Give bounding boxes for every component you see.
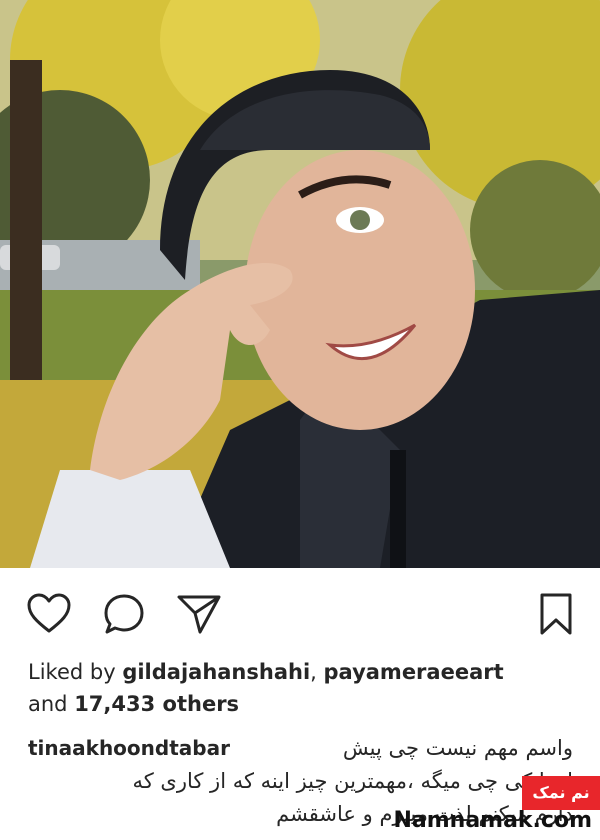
send-icon[interactable] <box>176 593 222 635</box>
liked-by-user-1[interactable]: gildajahanshahi <box>122 660 310 684</box>
bookmark-icon[interactable] <box>538 592 574 636</box>
likes-and: and <box>28 692 75 716</box>
heart-icon[interactable] <box>26 592 72 634</box>
watermark-badge: نم نمک <box>522 776 600 810</box>
likes-separator: , <box>310 660 324 684</box>
post-photo[interactable] <box>0 0 600 568</box>
comment-icon[interactable] <box>102 592 146 636</box>
caption-line-1: واسم مهم نیست چی پیش <box>342 736 573 760</box>
likes-count[interactable]: 17,433 others <box>74 692 239 716</box>
liked-by-user-2[interactable]: payameraeeart <box>324 660 504 684</box>
likes-summary: Liked by gildajahanshahi, payameraeeart … <box>28 656 588 720</box>
watermark-url: Namnamak.com <box>393 808 592 833</box>
caption-line-2: اد یا کی چی میگه ،مهمترین چیز اینه که از… <box>132 769 573 793</box>
post-actions <box>0 584 600 640</box>
caption-username[interactable]: tinaakhoondtabar <box>28 732 230 765</box>
selfie-photo <box>0 0 600 568</box>
likes-prefix: Liked by <box>28 660 123 684</box>
